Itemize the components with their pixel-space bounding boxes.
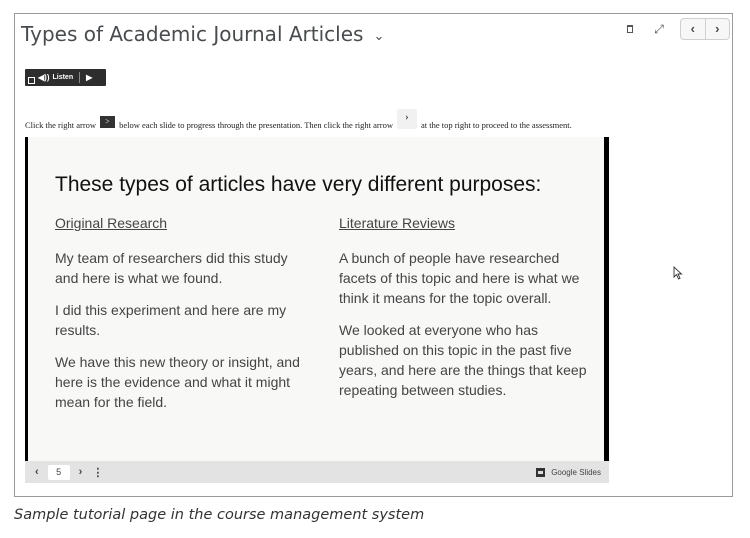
next-slide-button[interactable]: › [79,466,83,478]
mouse-cursor-icon [673,266,683,280]
topic-navigation: ‹ › [680,18,730,40]
prev-slide-button[interactable]: ‹ [35,466,39,478]
speaker-icon: ◀)) [38,73,50,82]
left-paragraph-3: We have this new theory or insight, and … [55,354,300,410]
slides-icon [536,467,546,477]
menu-icon[interactable] [28,77,35,84]
original-research-heading: Original Research [55,215,168,231]
instructions-part2: below each slide to progress through the… [119,120,393,130]
listen-button[interactable]: ◀)) Listen ▶ [25,69,106,86]
play-icon[interactable]: ▶ [86,73,92,82]
slides-embed[interactable]: These types of articles have very differ… [25,137,609,483]
instructions-part3: at the top right to proceed to the asses… [420,120,572,130]
left-column: Original Research My team of researchers… [55,215,305,424]
more-options-icon[interactable]: ⋮ [92,466,103,479]
page-title: Types of Academic Journal Articles [21,22,364,46]
slide-controls: ‹ 5 › ⋮ Google Slides [25,461,609,483]
left-paragraph-2: I did this experiment and here are my re… [55,302,287,338]
chevron-down-icon[interactable]: ⌄ [373,28,384,44]
prev-topic-button[interactable]: ‹ [681,19,706,39]
right-paragraph-1: A bunch of people have researched facets… [339,250,580,306]
instructions-text: Click the right arrow > below each slide… [25,109,572,135]
right-arrow-icon: > [100,116,116,128]
google-slides-label: Google Slides [551,467,601,477]
next-topic-button[interactable]: › [706,19,730,39]
google-slides-link[interactable]: Google Slides [536,467,601,477]
right-paragraph-2: We looked at everyone who has published … [339,322,587,398]
figure-caption: Sample tutorial page in the course manag… [14,507,425,523]
instructions-part1: Click the right arrow [25,120,97,130]
title-row[interactable]: Types of Academic Journal Articles ⌄ [21,17,384,51]
literature-reviews-heading: Literature Reviews [339,215,455,231]
bookmark-icon[interactable] [627,25,633,33]
content-frame: Types of Academic Journal Articles ⌄ ⤢ ‹… [14,13,733,497]
right-column: Literature Reviews A bunch of people hav… [339,215,589,412]
chevron-right-icon: › [396,109,417,129]
slide-number[interactable]: 5 [47,464,70,480]
listen-label: Listen [52,74,74,81]
slide-canvas: These types of articles have very differ… [28,137,604,461]
slide-title: These types of articles have very differ… [55,173,542,196]
left-paragraph-1: My team of researchers did this study an… [55,250,288,286]
listen-divider [79,72,81,83]
fullscreen-icon[interactable]: ⤢ [652,22,666,36]
